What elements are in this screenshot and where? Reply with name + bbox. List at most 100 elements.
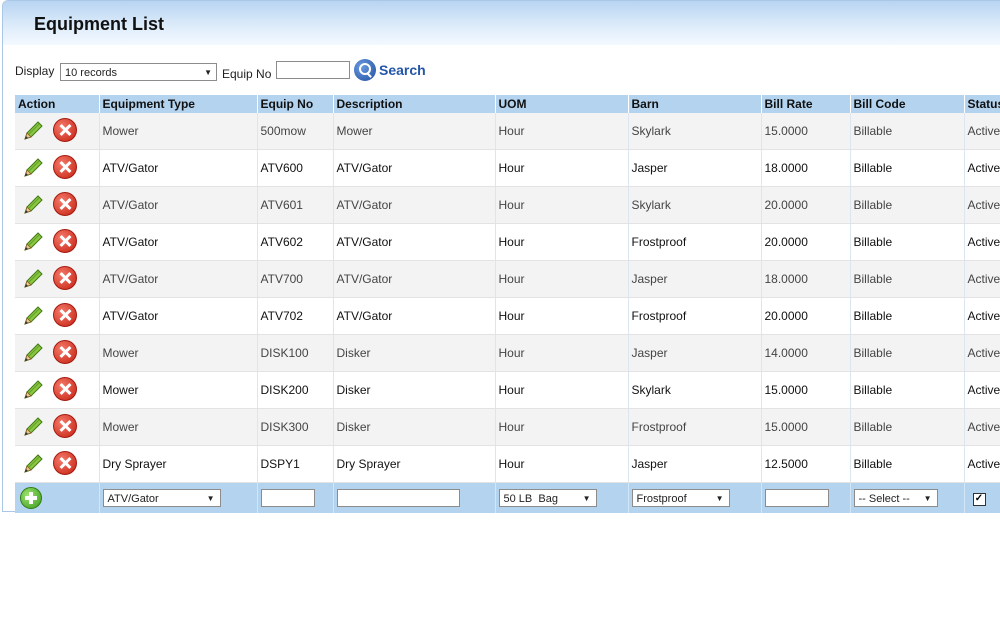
pencil-icon[interactable] xyxy=(21,119,45,143)
cell-bill-code: Billable xyxy=(850,371,965,409)
new-equip-no-cell xyxy=(257,482,334,513)
cell-equip-no: DISK100 xyxy=(257,334,334,372)
delete-icon[interactable] xyxy=(53,192,77,216)
delete-icon[interactable] xyxy=(53,229,77,253)
cell-bill-rate: 18.0000 xyxy=(761,149,851,187)
cell-bill-rate: 15.0000 xyxy=(761,408,851,446)
cell-status: Active xyxy=(964,371,1000,409)
cell-bill-rate: 18.0000 xyxy=(761,260,851,298)
cell-status: Active xyxy=(964,113,1000,150)
table-row: Dry Sprayer DSPY1 Dry Sprayer Hour Jasper 12.… xyxy=(15,445,1000,483)
cell-description: ATV/Gator xyxy=(333,186,496,224)
cell-status: Active xyxy=(964,149,1000,187)
delete-icon[interactable] xyxy=(53,266,77,290)
equip-no-label: Equip No xyxy=(222,67,272,81)
table-row: ATV/Gator ATV602 ATV/Gator Hour Frostproof 20… xyxy=(15,223,1000,261)
delete-icon[interactable] xyxy=(53,451,77,475)
new-type-value: ATV/Gator xyxy=(107,493,159,505)
new-barn-select[interactable]: Frostproof ▼ xyxy=(631,489,730,507)
cell-status: Active xyxy=(964,297,1000,335)
pencil-icon[interactable] xyxy=(21,156,45,180)
delete-icon[interactable] xyxy=(53,340,77,364)
cell-description: ATV/Gator xyxy=(333,149,496,187)
pencil-icon[interactable] xyxy=(21,267,45,291)
chevron-down-icon: ▼ xyxy=(923,494,932,503)
pencil-icon[interactable] xyxy=(21,193,45,217)
pencil-icon[interactable] xyxy=(21,304,45,328)
search-button[interactable]: Search xyxy=(354,59,434,83)
cell-equip-no: ATV601 xyxy=(257,186,334,224)
cell-uom: Hour xyxy=(495,408,629,446)
col-header-action[interactable]: Action xyxy=(15,95,100,113)
cell-equipment-type: Mower xyxy=(99,334,258,372)
cell-bill-code: Billable xyxy=(850,223,965,261)
cell-bill-rate: 15.0000 xyxy=(761,371,851,409)
new-barn-cell: Frostproof ▼ xyxy=(628,482,762,513)
cell-equip-no: DISK200 xyxy=(257,371,334,409)
new-bill-code-select[interactable]: -- Select -- ▼ xyxy=(853,489,938,507)
table-row: Mower DISK100 Disker Hour Jasper 14.0000 Billa… xyxy=(15,334,1000,372)
delete-icon[interactable] xyxy=(53,377,77,401)
cell-description: Disker xyxy=(333,408,496,446)
cell-equipment-type: ATV/Gator xyxy=(99,223,258,261)
cell-uom: Hour xyxy=(495,113,629,150)
cell-bill-rate: 20.0000 xyxy=(761,223,851,261)
col-header-bill-code[interactable]: Bill Code xyxy=(850,95,965,113)
cell-status: Active xyxy=(964,334,1000,372)
pencil-icon[interactable] xyxy=(21,378,45,402)
table-header-row: Action Equipment Type Equip No Descripti… xyxy=(15,95,1000,113)
col-header-uom[interactable]: UOM xyxy=(495,95,629,113)
col-header-bill-rate[interactable]: Bill Rate xyxy=(761,95,851,113)
col-header-status[interactable]: Status xyxy=(964,95,1000,113)
pencil-icon[interactable] xyxy=(21,230,45,254)
chevron-down-icon: ▼ xyxy=(204,68,212,77)
col-header-equipment-type[interactable]: Equipment Type xyxy=(99,95,258,113)
display-select[interactable]: 10 records ▼ xyxy=(60,63,217,81)
pencil-icon[interactable] xyxy=(21,452,45,476)
search-label: Search xyxy=(379,62,426,78)
new-row: ATV/Gator ▼ 50 LB Bag ▼ Frostproof ▼ -- … xyxy=(15,482,1000,513)
delete-icon[interactable] xyxy=(53,155,77,179)
new-bill-rate-input[interactable] xyxy=(764,489,829,507)
action-cell xyxy=(15,445,100,483)
new-description-input[interactable] xyxy=(336,489,460,507)
delete-icon[interactable] xyxy=(53,303,77,327)
cell-description: ATV/Gator xyxy=(333,260,496,298)
cell-uom: Hour xyxy=(495,223,629,261)
panel-header: Equipment List xyxy=(3,1,1000,45)
new-status-cell: ✓ xyxy=(964,482,1000,513)
cell-uom: Hour xyxy=(495,149,629,187)
cell-bill-code: Billable xyxy=(850,186,965,224)
new-equip-no-input[interactable] xyxy=(260,489,315,507)
delete-icon[interactable] xyxy=(53,414,77,438)
cell-barn: Jasper xyxy=(628,334,762,372)
cell-equipment-type: ATV/Gator xyxy=(99,186,258,224)
cell-description: Disker xyxy=(333,371,496,409)
action-cell xyxy=(15,371,100,409)
new-uom-select[interactable]: 50 LB Bag ▼ xyxy=(498,489,597,507)
cell-barn: Frostproof xyxy=(628,297,762,335)
col-header-barn[interactable]: Barn xyxy=(628,95,762,113)
col-header-description[interactable]: Description xyxy=(333,95,496,113)
cell-equip-no: 500mow xyxy=(257,113,334,150)
col-header-equip-no[interactable]: Equip No xyxy=(257,95,334,113)
cell-status: Active xyxy=(964,260,1000,298)
action-cell xyxy=(15,334,100,372)
equipment-table: Action Equipment Type Equip No Descripti… xyxy=(15,95,1000,513)
pencil-icon[interactable] xyxy=(21,341,45,365)
display-label: Display xyxy=(15,64,55,78)
pencil-icon[interactable] xyxy=(21,415,45,439)
table-row: Mower DISK300 Disker Hour Frostproof 15.0000 B… xyxy=(15,408,1000,446)
cell-equipment-type: Mower xyxy=(99,371,258,409)
cell-barn: Skylark xyxy=(628,186,762,224)
cell-bill-code: Billable xyxy=(850,408,965,446)
cell-uom: Hour xyxy=(495,334,629,372)
new-status-checkbox[interactable]: ✓ xyxy=(972,493,986,506)
new-type-select[interactable]: ATV/Gator ▼ xyxy=(102,489,221,507)
cell-status: Active xyxy=(964,223,1000,261)
delete-icon[interactable] xyxy=(53,118,77,142)
action-cell xyxy=(15,223,100,261)
filter-bar: Display 10 records ▼ Equip No Search xyxy=(15,59,995,87)
equip-no-input[interactable] xyxy=(276,61,350,79)
add-icon[interactable] xyxy=(20,487,42,509)
